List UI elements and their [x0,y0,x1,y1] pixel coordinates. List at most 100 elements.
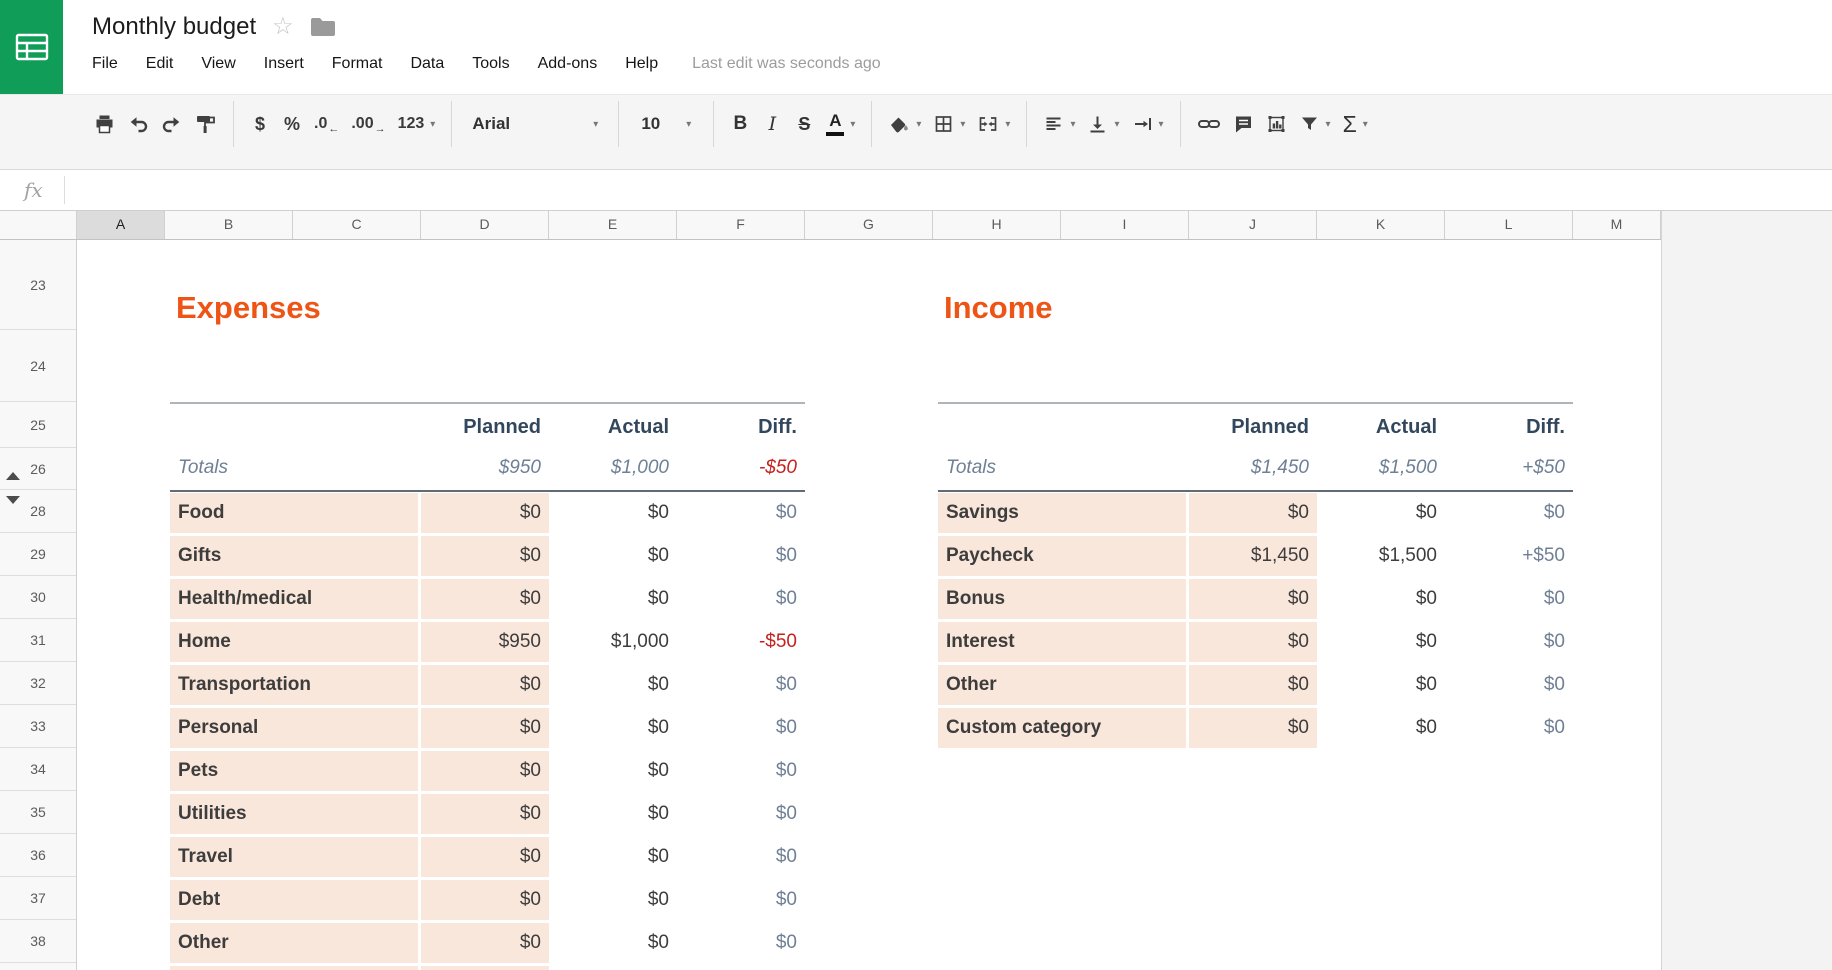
formula-input[interactable] [74,174,1774,206]
paint-format-button[interactable] [189,104,223,144]
totals-planned[interactable]: $1,450 [1189,448,1317,490]
actual-cell[interactable]: $0 [549,794,677,834]
italic-button[interactable]: I [756,104,788,144]
category-cell[interactable]: Bonus [938,579,1186,619]
diff-cell[interactable]: $0 [677,794,805,834]
planned-cell[interactable]: $0 [1189,493,1317,533]
actual-cell[interactable]: $0 [1317,665,1445,705]
expenses-title[interactable]: Expenses [170,290,805,326]
diff-cell[interactable]: $0 [677,751,805,791]
row-header[interactable]: 31 [0,619,76,662]
diff-cell[interactable]: $0 [1445,622,1573,662]
planned-cell[interactable]: $0 [421,837,549,877]
sheets-logo-icon[interactable] [0,0,63,94]
insert-chart-button[interactable] [1260,104,1293,144]
row-header[interactable]: 35 [0,791,76,834]
font-size-select[interactable]: 10 ▾ [629,104,703,144]
row-header[interactable]: 25 [0,402,76,448]
font-family-select[interactable]: Arial ▾ [462,104,608,144]
planned-cell[interactable]: $950 [421,622,549,662]
column-header[interactable]: L [1445,211,1573,239]
diff-cell[interactable]: $0 [677,708,805,748]
column-label[interactable]: Planned [421,404,549,448]
planned-cell[interactable]: $0 [421,923,549,963]
borders-button[interactable]: ▾ [927,104,971,144]
category-cell[interactable]: Interest [938,622,1186,662]
row-header[interactable]: 26 [0,448,76,490]
planned-cell[interactable]: $0 [421,708,549,748]
totals-diff[interactable]: +$50 [1445,448,1573,490]
column-label[interactable]: Diff. [1445,404,1573,448]
unhide-rows-up-button[interactable] [6,472,20,480]
planned-cell[interactable]: $0 [421,493,549,533]
menu-item[interactable]: Tools [472,55,509,73]
diff-cell[interactable]: $0 [1445,708,1573,748]
category-cell[interactable]: Travel [170,837,418,877]
menu-item[interactable]: Data [410,55,444,73]
strikethrough-button[interactable]: S [788,104,820,144]
insert-comment-button[interactable] [1227,104,1260,144]
row-header[interactable]: 33 [0,705,76,748]
functions-button[interactable]: Σ ▾ [1337,104,1374,144]
row-header[interactable]: 34 [0,748,76,791]
category-cell[interactable]: Utilities [170,794,418,834]
actual-cell[interactable]: $0 [549,751,677,791]
filter-button[interactable]: ▾ [1293,104,1337,144]
column-header[interactable]: C [293,211,421,239]
row-header[interactable]: 24 [0,330,76,402]
totals-label[interactable]: Totals [170,448,421,490]
category-cell[interactable]: Paycheck [938,536,1186,576]
undo-button[interactable] [121,104,155,144]
category-cell[interactable]: Other [170,923,418,963]
income-title[interactable]: Income [938,290,1573,326]
column-header[interactable]: I [1061,211,1189,239]
category-cell[interactable]: Food [170,493,418,533]
category-cell[interactable]: Debt [170,880,418,920]
totals-label[interactable]: Totals [938,448,1189,490]
column-header[interactable]: F [677,211,805,239]
vertical-align-button[interactable]: ▾ [1081,104,1125,144]
diff-cell[interactable]: $0 [677,665,805,705]
column-header[interactable]: K [1317,211,1445,239]
unhide-rows-down-button[interactable] [6,496,20,504]
column-header[interactable]: J [1189,211,1317,239]
column-label[interactable]: Planned [1189,404,1317,448]
column-label[interactable]: Diff. [677,404,805,448]
category-cell[interactable]: Personal [170,708,418,748]
fill-color-button[interactable]: ▾ [882,104,927,144]
menu-item[interactable]: Format [332,55,383,73]
diff-cell[interactable]: $0 [1445,493,1573,533]
actual-cell[interactable]: $0 [549,665,677,705]
category-cell[interactable]: Gifts [170,536,418,576]
totals-actual[interactable]: $1,500 [1317,448,1445,490]
category-cell[interactable]: Health/medical [170,579,418,619]
actual-cell[interactable]: $0 [549,493,677,533]
document-title[interactable]: Monthly budget [92,13,256,41]
horizontal-align-button[interactable]: ▾ [1037,104,1081,144]
diff-cell[interactable]: $0 [677,837,805,877]
actual-cell[interactable]: $0 [549,708,677,748]
redo-button[interactable] [155,104,189,144]
planned-cell[interactable]: $0 [1189,579,1317,619]
actual-cell[interactable]: $1,000 [549,622,677,662]
actual-cell[interactable]: $0 [549,579,677,619]
diff-cell[interactable]: $0 [677,579,805,619]
actual-cell[interactable]: $0 [1317,708,1445,748]
diff-cell[interactable]: +$50 [1445,536,1573,576]
increase-decimal-button[interactable]: .00 → [345,104,391,144]
menu-item[interactable]: File [92,55,118,73]
column-header[interactable]: G [805,211,933,239]
diff-cell[interactable]: $0 [1445,665,1573,705]
row-header[interactable]: 37 [0,877,76,920]
row-header[interactable]: 23 [0,240,76,330]
actual-cell[interactable]: $0 [549,880,677,920]
column-header[interactable]: A [77,211,165,239]
diff-cell[interactable]: $0 [677,536,805,576]
planned-cell[interactable]: $0 [421,794,549,834]
planned-cell[interactable]: $0 [421,579,549,619]
menu-item[interactable]: Edit [146,55,174,73]
planned-cell[interactable]: $0 [421,536,549,576]
decrease-decimal-button[interactable]: .0 ← [308,104,345,144]
menu-item[interactable]: Insert [264,55,304,73]
planned-cell[interactable]: $0 [1189,622,1317,662]
